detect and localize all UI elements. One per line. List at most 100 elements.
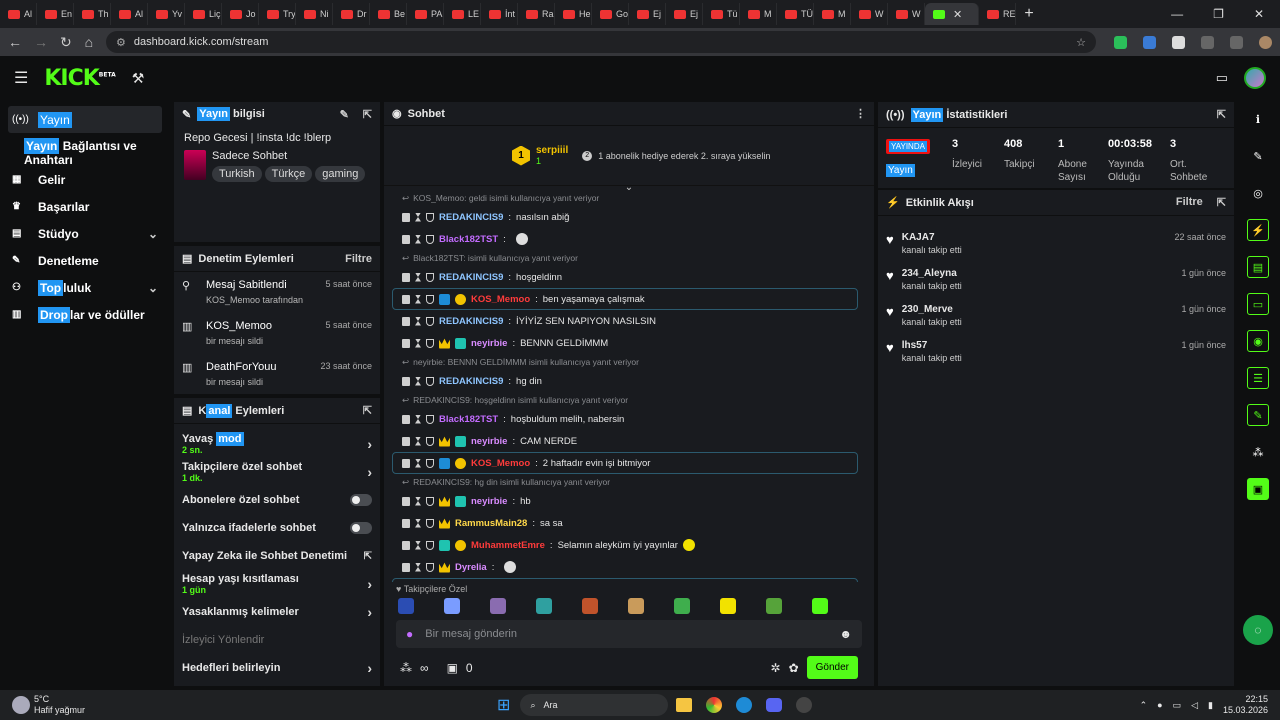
ban-icon[interactable] bbox=[426, 414, 434, 424]
activity-user[interactable]: 234_Aleyna bbox=[902, 268, 962, 279]
timeout-icon[interactable] bbox=[415, 376, 421, 386]
browser-tab[interactable]: Th bbox=[74, 3, 111, 25]
info-icon[interactable]: ℹ bbox=[1247, 108, 1269, 130]
view-stream-icon[interactable]: ▭ bbox=[1216, 70, 1228, 86]
ban-icon[interactable] bbox=[426, 436, 434, 446]
browser-tab[interactable]: M bbox=[814, 3, 851, 25]
sidebar-item[interactable]: ✎ Denetleme bbox=[0, 247, 170, 274]
delete-icon[interactable] bbox=[402, 234, 410, 244]
edit-icon[interactable]: ✎ bbox=[340, 108, 349, 121]
chat-username[interactable]: Dyrelia bbox=[455, 562, 487, 573]
sidebar-item[interactable]: ♛ Başarılar bbox=[0, 193, 170, 220]
timeout-icon[interactable] bbox=[415, 316, 421, 326]
home-icon[interactable]: ⌂ bbox=[84, 34, 94, 50]
emote-icon[interactable] bbox=[720, 598, 736, 614]
share-icon[interactable]: ⁂ bbox=[1247, 441, 1269, 463]
close-tab-icon[interactable]: ✕ bbox=[953, 8, 962, 21]
browser-tab[interactable]: Ej bbox=[666, 3, 703, 25]
site-info-icon[interactable]: ⚙ bbox=[116, 36, 126, 49]
microphone-icon[interactable]: ● bbox=[406, 627, 413, 641]
chat-username[interactable]: neyirbie bbox=[471, 338, 507, 349]
menu-icon[interactable] bbox=[1230, 35, 1243, 49]
sidebar-item[interactable]: ▤ Stüdyo ⌄ bbox=[0, 220, 170, 247]
browser-tab[interactable]: LE bbox=[444, 3, 481, 25]
back-icon[interactable]: ← bbox=[8, 34, 22, 50]
taskbar-search[interactable]: ⌕ Ara bbox=[520, 694, 669, 716]
ban-icon[interactable] bbox=[426, 294, 434, 304]
chat-message[interactable]: MuhammetEmre: Selamın aleyküm iyi yayınla… bbox=[384, 534, 874, 556]
channel-action-row[interactable]: Yavaş mod 2 sn. › bbox=[174, 430, 380, 458]
close-window-icon[interactable]: ✕ bbox=[1254, 7, 1264, 21]
weather-icon[interactable] bbox=[12, 696, 30, 714]
activity-user[interactable]: KAJA7 bbox=[902, 232, 962, 243]
chat-message[interactable]: RammusMain28: sa sa bbox=[384, 512, 874, 534]
ban-icon[interactable] bbox=[426, 458, 434, 468]
hamburger-menu-icon[interactable]: ☰ bbox=[14, 68, 28, 88]
chevron-right-icon[interactable]: › bbox=[367, 576, 372, 592]
timeout-icon[interactable] bbox=[415, 562, 421, 572]
points-icon[interactable]: ⁂ bbox=[400, 661, 412, 675]
chevron-right-icon[interactable]: › bbox=[367, 604, 372, 620]
chat-username[interactable]: neyirbie bbox=[471, 496, 507, 507]
extension-icon[interactable] bbox=[1143, 35, 1156, 49]
chevron-right-icon[interactable]: › bbox=[367, 436, 372, 452]
kick-logo[interactable]: KICKBETA bbox=[44, 66, 115, 91]
browser-tab[interactable]: Be bbox=[370, 3, 407, 25]
sidebar-item[interactable]: Yayın Bağlantısı ve Anahtarı bbox=[0, 137, 170, 167]
delete-icon[interactable] bbox=[402, 436, 410, 446]
popout-icon[interactable]: ⇱ bbox=[1217, 196, 1226, 209]
delete-icon[interactable] bbox=[402, 316, 410, 326]
collapse-icon[interactable]: ⌄ bbox=[384, 182, 874, 193]
browser-tab[interactable]: Jo bbox=[222, 3, 259, 25]
ban-icon[interactable] bbox=[426, 540, 434, 550]
gift-icon[interactable]: ▣ bbox=[447, 661, 458, 675]
delete-icon[interactable] bbox=[402, 414, 410, 424]
chat-message[interactable]: REDAKINCIS9: hg din bbox=[384, 370, 874, 392]
channel-action-row[interactable]: Yapay Zeka ile Sohbet Denetimi ⇱ bbox=[174, 542, 380, 570]
broadcast-icon[interactable]: ◉ bbox=[1247, 330, 1269, 352]
channel-action-row[interactable]: Abonelere özel sohbet bbox=[174, 486, 380, 514]
chat-username[interactable]: MuhammetEmre bbox=[471, 540, 545, 551]
address-bar[interactable]: ⚙ dashboard.kick.com/stream ☆ bbox=[106, 31, 1096, 53]
channel-action-row[interactable]: Yalnızca ifadelerle sohbet bbox=[174, 514, 380, 542]
emote-icon[interactable] bbox=[812, 598, 828, 614]
browser-tab[interactable]: W bbox=[888, 3, 925, 25]
activity-user[interactable]: lhs57 bbox=[902, 340, 962, 351]
emote-icon[interactable] bbox=[398, 598, 414, 614]
delete-icon[interactable] bbox=[402, 212, 410, 222]
chat-username[interactable]: neyirbie bbox=[471, 436, 507, 447]
delete-icon[interactable] bbox=[402, 376, 410, 386]
browser-tab[interactable]: Ej bbox=[629, 3, 666, 25]
browser-tab[interactable]: RE bbox=[979, 3, 1016, 25]
browser-tab[interactable]: M bbox=[740, 3, 777, 25]
tray-chevron-icon[interactable]: ⌃ bbox=[1140, 700, 1148, 711]
timeout-icon[interactable] bbox=[415, 540, 421, 550]
chat-username[interactable]: REDAKINCIS9 bbox=[439, 316, 503, 327]
emote-icon[interactable] bbox=[444, 598, 460, 614]
browser-tab[interactable]: He bbox=[555, 3, 592, 25]
delete-icon[interactable] bbox=[402, 458, 410, 468]
minimize-icon[interactable]: — bbox=[1171, 7, 1183, 21]
chat-message[interactable]: neyirbie: CAM NERDE bbox=[384, 430, 874, 452]
browser-tab[interactable]: Try bbox=[259, 3, 296, 25]
delete-icon[interactable] bbox=[402, 338, 410, 348]
chat-message[interactable]: KOS_Memoo:2 haftadır evin işi bitmiyor bbox=[392, 452, 858, 474]
emoji-icon[interactable]: ☻ bbox=[839, 627, 852, 641]
browser-tab[interactable]: PA bbox=[407, 3, 444, 25]
timeout-icon[interactable] bbox=[415, 436, 421, 446]
chat-message[interactable]: REDAKINCIS9: hoşgeldinn bbox=[384, 266, 874, 288]
chevron-right-icon[interactable]: › bbox=[367, 464, 372, 480]
chat-username[interactable]: REDAKINCIS9 bbox=[439, 272, 503, 283]
edit-icon[interactable]: ✎ bbox=[1247, 145, 1269, 167]
chat-username[interactable]: Black182TST bbox=[439, 234, 498, 245]
chat-message[interactable]: REDAKINCIS9: İYİYİZ SEN NAPIYON NASILSIN bbox=[384, 310, 874, 332]
chat-icon[interactable]: ▭ bbox=[1247, 293, 1269, 315]
send-button[interactable]: Gönder bbox=[806, 656, 858, 679]
popout-icon[interactable]: ⇱ bbox=[363, 404, 372, 417]
obs-icon[interactable] bbox=[796, 697, 813, 713]
user-avatar[interactable] bbox=[1244, 67, 1266, 89]
chat-message[interactable]: neyirbie: BENNN GELDİMMM bbox=[384, 332, 874, 354]
ban-icon[interactable] bbox=[426, 272, 434, 282]
emote-icon[interactable] bbox=[766, 598, 782, 614]
timeout-icon[interactable] bbox=[415, 518, 421, 528]
